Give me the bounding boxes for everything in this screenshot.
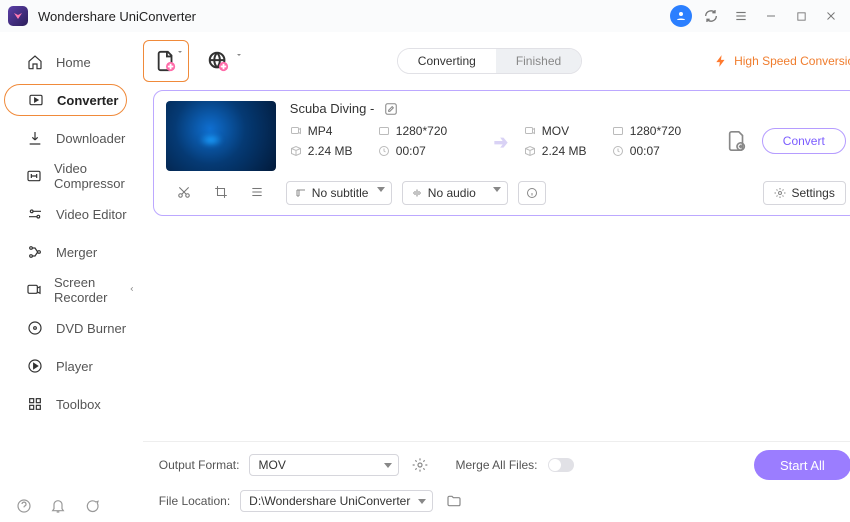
video-title: Scuba Diving - — [290, 101, 375, 116]
sidebar-item-recorder[interactable]: Screen Recorder — [4, 274, 127, 306]
menu-button[interactable] — [730, 5, 752, 27]
recorder-icon — [26, 281, 42, 299]
compressor-icon — [26, 167, 42, 185]
chevron-down-icon — [235, 48, 243, 62]
trim-icon[interactable] — [177, 185, 191, 202]
notification-icon[interactable] — [50, 498, 66, 514]
convert-button[interactable]: Convert — [762, 128, 846, 154]
account-button[interactable] — [670, 5, 692, 27]
merge-toggle[interactable] — [548, 458, 574, 472]
footer-bar: Output Format: MOV Merge All Files: Star… — [143, 441, 850, 522]
app-logo — [8, 6, 28, 26]
sidebar-label: Home — [56, 55, 91, 70]
output-format-label: Output Format: — [159, 458, 240, 472]
sidebar-label: Player — [56, 359, 93, 374]
close-button[interactable] — [820, 5, 842, 27]
start-all-button[interactable]: Start All — [754, 450, 850, 480]
sidebar-item-converter[interactable]: Converter — [4, 84, 127, 116]
home-icon — [26, 53, 44, 71]
sidebar-label: Video Compressor — [54, 161, 127, 191]
sidebar-label: Converter — [57, 93, 118, 108]
task-card: Scuba Diving - MP4 2.24 MB 1280*720 00:0… — [153, 90, 850, 216]
dst-duration: 00:07 — [612, 144, 712, 158]
toolbox-icon — [26, 395, 44, 413]
sidebar-item-toolbox[interactable]: Toolbox — [4, 388, 127, 420]
editor-icon — [26, 205, 44, 223]
maximize-button[interactable] — [790, 5, 812, 27]
subtitle-select[interactable]: No subtitle — [286, 181, 392, 205]
sidebar-item-merger[interactable]: Merger — [4, 236, 127, 268]
sidebar-label: Toolbox — [56, 397, 101, 412]
gear-icon — [774, 187, 786, 199]
sidebar-label: DVD Burner — [56, 321, 126, 336]
sync-icon[interactable] — [700, 5, 722, 27]
file-location-label: File Location: — [159, 494, 230, 508]
sidebar-item-player[interactable]: Player — [4, 350, 127, 382]
output-settings-icon[interactable] — [409, 454, 431, 476]
sidebar-label: Screen Recorder — [54, 275, 127, 305]
sidebar-item-dvd[interactable]: DVD Burner — [4, 312, 127, 344]
download-icon — [26, 129, 44, 147]
subtitle-icon — [295, 187, 307, 199]
audio-select[interactable]: No audio — [402, 181, 508, 205]
file-location-select[interactable]: D:\Wondershare UniConverter — [240, 490, 433, 512]
lightning-icon — [714, 54, 728, 68]
app-title: Wondershare UniConverter — [38, 9, 196, 24]
main-panel: Converting Finished High Speed Conversio… — [135, 32, 850, 522]
info-button[interactable] — [518, 181, 546, 205]
audio-icon — [411, 187, 423, 199]
src-size: 2.24 MB — [290, 144, 378, 158]
titlebar: Wondershare UniConverter — [0, 0, 850, 32]
crop-icon[interactable] — [214, 185, 228, 202]
status-tabs: Converting Finished — [397, 48, 582, 74]
sidebar: Home Converter Downloader Video Compress… — [0, 32, 135, 522]
dst-size: 2.24 MB — [524, 144, 612, 158]
add-file-button[interactable] — [143, 40, 189, 82]
sidebar-label: Downloader — [56, 131, 125, 146]
player-icon — [26, 357, 44, 375]
add-url-button[interactable] — [203, 46, 233, 76]
video-thumbnail[interactable] — [166, 101, 276, 171]
chevron-down-icon — [176, 45, 184, 59]
help-icon[interactable] — [16, 498, 32, 514]
open-folder-icon[interactable] — [443, 490, 465, 512]
collapse-sidebar-button[interactable] — [127, 278, 137, 300]
edit-title-icon[interactable] — [384, 102, 398, 116]
src-format: MP4 — [290, 124, 378, 138]
settings-button[interactable]: Settings — [763, 181, 845, 205]
tab-converting[interactable]: Converting — [398, 49, 496, 73]
sidebar-item-editor[interactable]: Video Editor — [4, 198, 127, 230]
output-format-select[interactable]: MOV — [249, 454, 399, 476]
dst-format: MOV — [524, 124, 612, 138]
arrow-icon — [478, 131, 524, 151]
effect-icon[interactable] — [250, 185, 264, 202]
output-preset-button[interactable] — [722, 126, 752, 156]
src-duration: 00:07 — [378, 144, 478, 158]
toolbar: Converting Finished High Speed Conversio… — [143, 38, 850, 84]
sidebar-item-compressor[interactable]: Video Compressor — [4, 160, 127, 192]
tab-finished[interactable]: Finished — [496, 49, 581, 73]
sidebar-item-home[interactable]: Home — [4, 46, 127, 78]
dvd-icon — [26, 319, 44, 337]
merge-label: Merge All Files: — [455, 458, 537, 472]
sidebar-label: Merger — [56, 245, 97, 260]
minimize-button[interactable] — [760, 5, 782, 27]
hsc-label: High Speed Conversion — [734, 54, 850, 68]
feedback-icon[interactable] — [84, 498, 100, 514]
src-resolution: 1280*720 — [378, 124, 478, 138]
merger-icon — [26, 243, 44, 261]
sidebar-label: Video Editor — [56, 207, 127, 222]
sidebar-item-downloader[interactable]: Downloader — [4, 122, 127, 154]
high-speed-badge[interactable]: High Speed Conversion — [714, 54, 850, 68]
converter-icon — [27, 91, 45, 109]
dst-resolution: 1280*720 — [612, 124, 712, 138]
